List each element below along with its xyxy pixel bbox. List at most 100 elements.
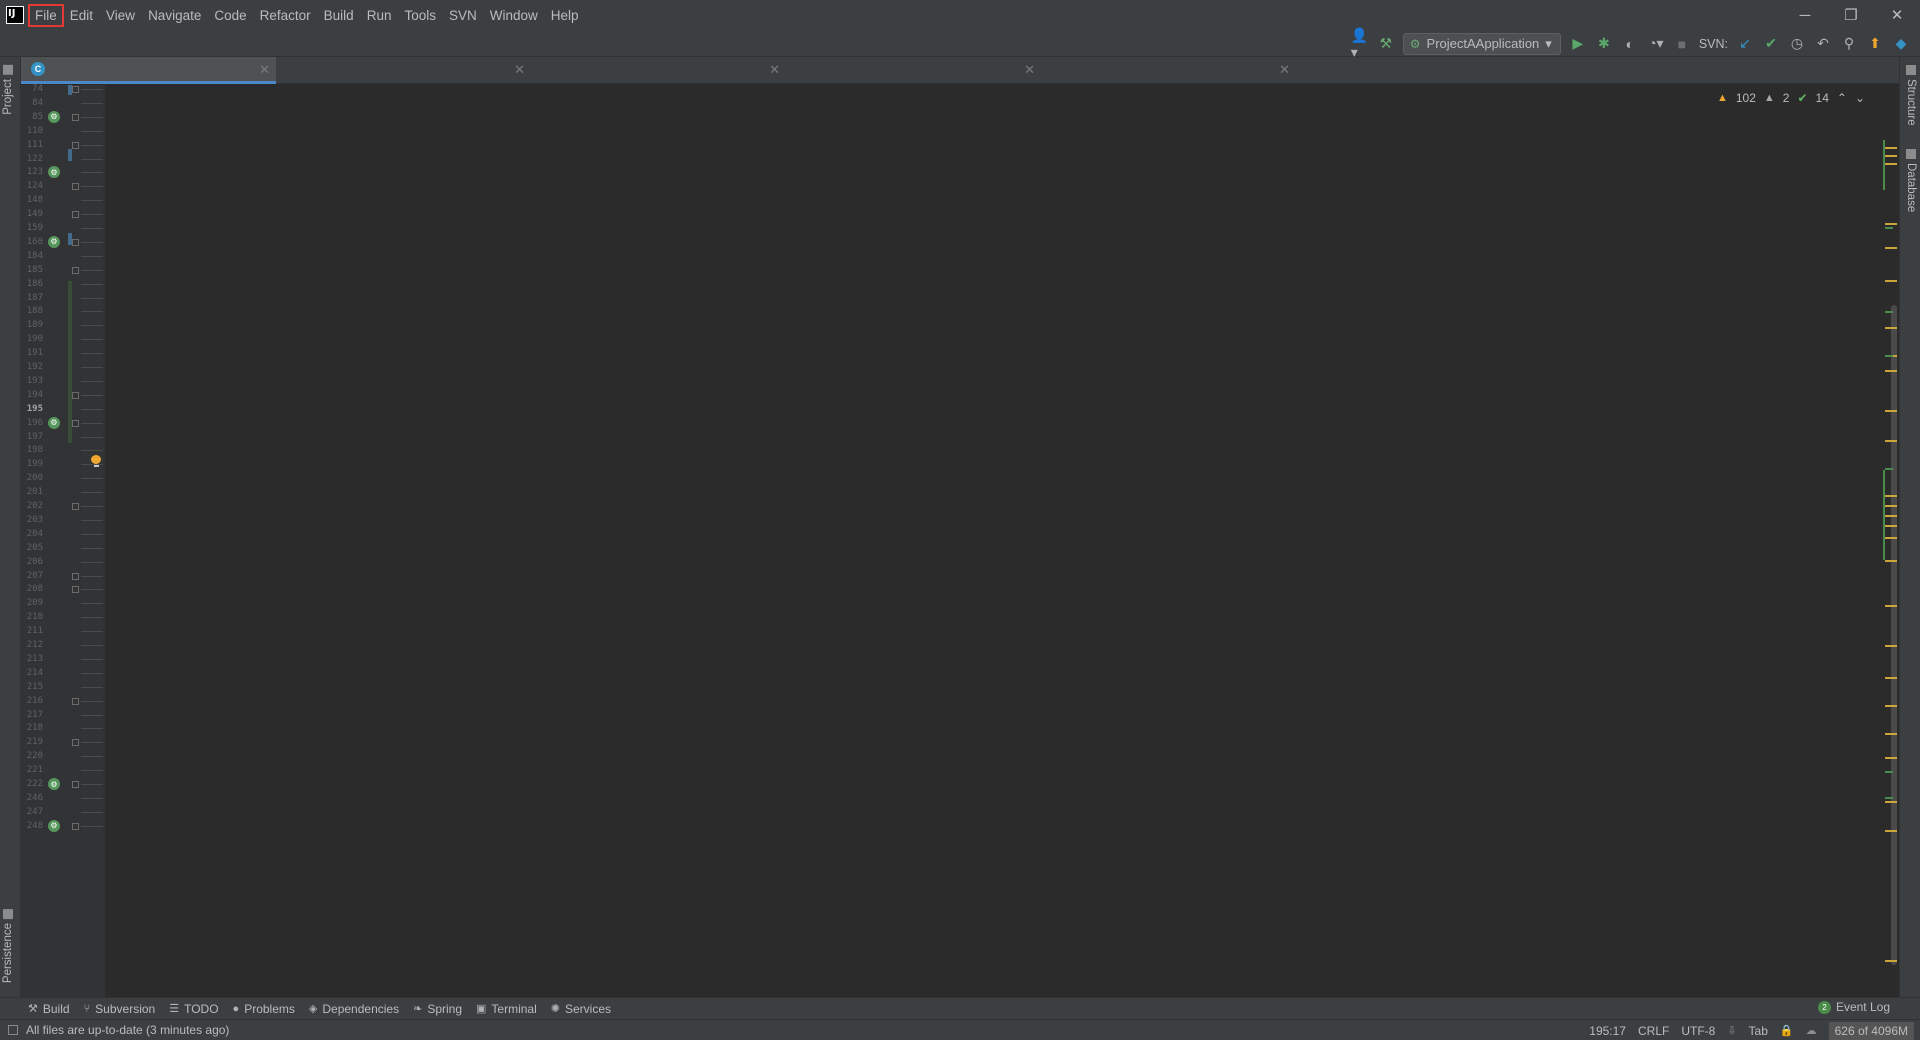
user-icon[interactable]: 👤▾ bbox=[1351, 27, 1369, 60]
menu-view[interactable]: View bbox=[100, 5, 141, 26]
database-tool-tab[interactable]: Database bbox=[1905, 149, 1917, 212]
warning-stripe-mark[interactable] bbox=[1885, 830, 1897, 832]
fold-marker-icon[interactable] bbox=[72, 266, 79, 274]
status-message[interactable]: All files are up-to-date (3 minutes ago) bbox=[26, 1023, 229, 1037]
editor-tab[interactable]: ✕ bbox=[1041, 57, 1296, 84]
fold-marker-icon[interactable] bbox=[72, 238, 79, 246]
menu-svn[interactable]: SVN bbox=[443, 5, 483, 26]
warning-stripe-mark[interactable] bbox=[1885, 223, 1897, 225]
fold-marker-icon[interactable] bbox=[72, 781, 79, 788]
run-icon[interactable]: ▶ bbox=[1569, 35, 1587, 53]
chevron-up-icon[interactable]: ⌃ bbox=[1837, 91, 1847, 105]
warning-stripe-mark[interactable] bbox=[1885, 537, 1897, 539]
editor-tab[interactable]: ✕ bbox=[531, 57, 786, 84]
bean-icon[interactable]: ⚙ bbox=[48, 166, 60, 179]
fold-marker-icon[interactable] bbox=[72, 572, 79, 580]
fold-marker-icon[interactable] bbox=[72, 391, 79, 399]
restore-icon[interactable]: ❐ bbox=[1828, 0, 1874, 30]
fold-marker-icon[interactable] bbox=[72, 739, 79, 747]
chevron-down-icon[interactable]: ⌄ bbox=[1855, 91, 1865, 105]
menu-file[interactable]: File bbox=[28, 3, 64, 27]
file-encoding[interactable]: UTF-8 bbox=[1681, 1024, 1715, 1038]
warning-stripe-mark[interactable] bbox=[1885, 410, 1897, 412]
structure-tool-tab[interactable]: Structure bbox=[1905, 65, 1917, 126]
menu-code[interactable]: Code bbox=[208, 5, 252, 26]
fold-marker-icon[interactable] bbox=[72, 419, 79, 427]
warning-stripe-mark[interactable] bbox=[1885, 155, 1897, 157]
fold-marker-icon[interactable] bbox=[72, 697, 79, 705]
project-tool-tab[interactable]: Project bbox=[2, 65, 14, 115]
menu-help[interactable]: Help bbox=[545, 5, 585, 26]
search-icon[interactable]: ⚲ bbox=[1840, 35, 1858, 53]
menu-navigate[interactable]: Navigate bbox=[142, 5, 207, 26]
warning-stripe-mark[interactable] bbox=[1885, 645, 1897, 647]
menu-tools[interactable]: Tools bbox=[398, 5, 442, 26]
svn-update-icon[interactable]: ↙ bbox=[1736, 35, 1754, 53]
warning-stripe-mark[interactable] bbox=[1885, 605, 1897, 607]
menu-refactor[interactable]: Refactor bbox=[254, 5, 317, 26]
profile-icon[interactable]: ◔▾ bbox=[1647, 35, 1665, 53]
memory-indicator[interactable]: 626 of 4096M bbox=[1828, 1021, 1914, 1040]
warning-stripe-mark[interactable] bbox=[1885, 525, 1897, 527]
bean-icon[interactable]: ⚙ bbox=[48, 778, 60, 790]
tool-window-problems[interactable]: ● Problems bbox=[233, 1002, 295, 1016]
fold-marker-icon[interactable] bbox=[72, 86, 79, 93]
close-tab-icon[interactable]: ✕ bbox=[1024, 62, 1035, 78]
caret-position[interactable]: 195:17 bbox=[1589, 1024, 1626, 1038]
code-editor[interactable]: 74 84 85 ⚙ 110 111 122 123 ⚙ 124 148 149 159 160 ⚙ 184 1… bbox=[21, 84, 1899, 997]
warning-stripe-mark[interactable] bbox=[1885, 163, 1897, 165]
close-tab-icon[interactable]: ✕ bbox=[1279, 62, 1290, 78]
stop-icon[interactable]: ■ bbox=[1673, 35, 1691, 53]
error-stripe[interactable] bbox=[1883, 85, 1899, 997]
warning-stripe-mark[interactable] bbox=[1885, 370, 1897, 372]
close-window-icon[interactable]: ✕ bbox=[1874, 0, 1920, 30]
persistence-tool-tab[interactable]: Persistence bbox=[2, 909, 14, 983]
warning-stripe-mark[interactable] bbox=[1885, 505, 1897, 507]
gutter-line[interactable]: 248 ⚙ bbox=[21, 818, 105, 835]
fold-marker-icon[interactable] bbox=[72, 211, 79, 219]
inspection-widget[interactable]: ▲ 102 ▲ 2 ✔ 14 ⌃ ⌄ bbox=[1717, 91, 1865, 105]
bean-icon[interactable]: ⚙ bbox=[48, 110, 60, 123]
tool-window-services[interactable]: ✺ Services bbox=[551, 1002, 611, 1016]
change-stripe-mark[interactable] bbox=[1885, 771, 1893, 773]
warning-stripe-mark[interactable] bbox=[1885, 677, 1897, 679]
warning-stripe-mark[interactable] bbox=[1885, 327, 1897, 329]
run-configuration-select[interactable]: ⚙ ProjectAApplication ▾ bbox=[1402, 32, 1561, 55]
warning-stripe-mark[interactable] bbox=[1885, 733, 1897, 735]
fold-marker-icon[interactable] bbox=[72, 586, 79, 594]
change-stripe-mark[interactable] bbox=[1885, 468, 1893, 470]
warning-stripe-mark[interactable] bbox=[1885, 280, 1897, 282]
lock-icon[interactable]: 🔒 bbox=[1780, 1024, 1794, 1037]
menu-edit[interactable]: Edit bbox=[64, 5, 99, 26]
warning-stripe-mark[interactable] bbox=[1885, 705, 1897, 707]
tool-window-dependencies[interactable]: ◈ Dependencies bbox=[309, 1002, 399, 1016]
tool-window-todo[interactable]: ☰ TODO bbox=[169, 1002, 218, 1016]
change-stripe-mark[interactable] bbox=[1885, 797, 1893, 799]
menu-run[interactable]: Run bbox=[361, 5, 398, 26]
scrollbar-thumb[interactable] bbox=[1891, 305, 1897, 965]
fold-marker-icon[interactable] bbox=[72, 141, 79, 149]
fold-marker-icon[interactable] bbox=[72, 183, 79, 191]
svn-commit-icon[interactable]: ✔ bbox=[1762, 35, 1780, 53]
warning-stripe-mark[interactable] bbox=[1885, 515, 1897, 517]
revert-icon[interactable]: ↶ bbox=[1814, 35, 1832, 53]
close-tab-icon[interactable]: ✕ bbox=[514, 62, 525, 78]
tool-window-spring[interactable]: ❧ Spring bbox=[413, 1002, 462, 1016]
tool-window-build[interactable]: ⚒ Build bbox=[28, 1002, 70, 1016]
fold-marker-icon[interactable] bbox=[72, 822, 79, 830]
editor-tab[interactable]: ✕ bbox=[276, 57, 531, 84]
editor-tab[interactable]: C ✕ bbox=[21, 57, 276, 84]
change-stripe-mark[interactable] bbox=[1885, 311, 1893, 313]
bean-icon[interactable]: ⚙ bbox=[48, 416, 60, 429]
change-stripe-mark[interactable] bbox=[1885, 355, 1893, 357]
coverage-icon[interactable]: ◐ bbox=[1621, 35, 1639, 53]
bean-icon[interactable]: ⚙ bbox=[48, 819, 60, 832]
indent-setting[interactable]: Tab bbox=[1749, 1024, 1768, 1038]
minimize-icon[interactable]: ─ bbox=[1782, 0, 1828, 30]
warning-stripe-mark[interactable] bbox=[1885, 495, 1897, 497]
editor-gutter[interactable]: 74 84 85 ⚙ 110 111 122 123 ⚙ 124 148 149 159 160 ⚙ 184 1… bbox=[21, 84, 105, 997]
fold-marker-icon[interactable] bbox=[72, 503, 79, 510]
fold-marker-icon[interactable] bbox=[72, 113, 79, 121]
update-icon[interactable]: ⬆ bbox=[1866, 35, 1884, 53]
line-separator[interactable]: CRLF bbox=[1638, 1024, 1669, 1038]
